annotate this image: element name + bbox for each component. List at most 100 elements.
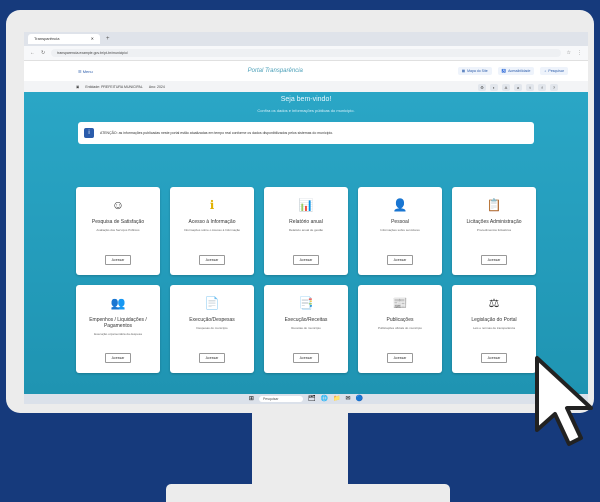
- card-title: Licitações Administração: [466, 219, 522, 225]
- card-expenses[interactable]: 📄 Execução/Despesas Despesas do municípi…: [170, 285, 254, 373]
- hero-subtitle: Confira os dados e informações públicas …: [257, 108, 355, 113]
- search-label: Pesquisar: [548, 69, 564, 73]
- person-icon: 👤: [392, 198, 408, 212]
- notice-banner: i ATENÇÃO: as informações publicadas nes…: [78, 122, 534, 144]
- font-increase-icon[interactable]: A: [502, 83, 510, 91]
- building-icon: ▣: [76, 85, 80, 89]
- year-select[interactable]: Ano: 2024: [149, 85, 165, 89]
- menu-link[interactable]: ☰ Menu: [78, 69, 93, 74]
- site-logo: Portal Transparência: [247, 68, 303, 74]
- card-title: Pesquisa de Satisfação: [91, 219, 145, 225]
- card-access-button[interactable]: Acessar: [198, 353, 226, 363]
- card-title: Execução/Despesas: [189, 317, 235, 323]
- browser-tab[interactable]: Transparência ✕: [28, 34, 100, 44]
- facebook-icon[interactable]: f: [538, 83, 546, 91]
- card-access-button[interactable]: Acessar: [292, 255, 320, 265]
- chart-icon: 📊: [298, 198, 314, 212]
- card-title: Relatório anual: [289, 219, 323, 225]
- monitor-frame: Transparência ✕ + ← ↻ transparencia.exam…: [6, 10, 594, 413]
- help-icon[interactable]: ?: [550, 83, 558, 91]
- settings-icon[interactable]: ⚙: [478, 83, 486, 91]
- card-title: Pessoal: [391, 219, 409, 225]
- screen: Transparência ✕ + ← ↻ transparencia.exam…: [24, 32, 588, 404]
- card-description: Leis e normas de transparência: [472, 326, 516, 330]
- nav-buttons: ▦ Mapa do Site ♿ Acessibilidade ⌕ Pesquisar: [457, 67, 568, 75]
- card-access-button[interactable]: Acessar: [480, 353, 508, 363]
- back-icon[interactable]: ←: [30, 50, 35, 56]
- group-icon: 👥: [110, 296, 126, 310]
- entity-filter[interactable]: ▣ Entidade: PREFEITURA MUNICIPAL Ano: 20…: [76, 85, 165, 89]
- card-description: Receitas do município: [291, 326, 321, 330]
- card-commitments[interactable]: 👥 Empenhos / Liquidações / Pagamentos Ex…: [76, 285, 160, 373]
- card-title: Execução/Receitas: [284, 317, 328, 323]
- star-icon[interactable]: ☆: [567, 50, 571, 56]
- search-button[interactable]: ⌕ Pesquisar: [540, 67, 568, 75]
- card-publications[interactable]: 📰 Publicações Publicações oficiais do mu…: [358, 285, 442, 373]
- social-icons: ⚙ ◐ A a t f ?: [478, 83, 558, 91]
- site-top-nav: ☰ Menu Portal Transparência ▦ Mapa do Sit…: [24, 61, 588, 81]
- hero-title: Seja bem-vindo!: [280, 96, 332, 103]
- mouse-cursor-icon: [535, 356, 593, 446]
- card-description: Informações sobre servidores: [380, 228, 420, 232]
- card-description: Relatório anual de gestão: [288, 228, 324, 232]
- sitemap-icon: ▦: [461, 69, 466, 73]
- accessibility-icon: ♿: [501, 69, 507, 73]
- accessibility-button[interactable]: ♿ Acessibilidade: [497, 67, 535, 75]
- info-icon: i: [84, 128, 94, 138]
- newspaper-icon: 📰: [392, 296, 408, 310]
- card-access-button[interactable]: Acessar: [198, 255, 226, 265]
- card-access-button[interactable]: Acessar: [104, 353, 132, 363]
- extensions-icon[interactable]: ⋮: [577, 50, 582, 56]
- card-title: Legislação do Portal: [471, 317, 517, 323]
- card-satisfaction[interactable]: ☺ Pesquisa de Satisfação Avaliação dos S…: [76, 187, 160, 275]
- close-icon[interactable]: ✕: [91, 34, 94, 44]
- app-icon[interactable]: 🔵: [356, 394, 363, 404]
- card-description: Avaliação dos Serviços Públicos: [96, 228, 140, 232]
- accessibility-label: Acessibilidade: [508, 69, 531, 73]
- refresh-icon[interactable]: ↻: [41, 50, 45, 56]
- scales-icon: ⚖: [488, 296, 500, 310]
- card-revenues[interactable]: 📑 Execução/Receitas Receitas do municípi…: [264, 285, 348, 373]
- folder-icon[interactable]: 📁: [333, 394, 340, 404]
- card-access-button[interactable]: Acessar: [480, 255, 508, 265]
- clipboard-icon: 📋: [486, 198, 502, 212]
- os-taskbar: ⊞ Pesquisar 🗂 🌐 📁 ✉ 🔵: [24, 394, 588, 404]
- search-icon: ⌕: [544, 69, 547, 73]
- browser-icon[interactable]: 🌐: [321, 394, 328, 404]
- twitter-icon[interactable]: t: [526, 83, 534, 91]
- start-icon[interactable]: ⊞: [249, 394, 254, 404]
- browser-tabbar: Transparência ✕ +: [24, 32, 588, 46]
- files-icon[interactable]: 🗂: [308, 394, 316, 404]
- file-icon: 📑: [298, 296, 314, 310]
- mail-icon[interactable]: ✉: [346, 394, 351, 404]
- address-bar-row: ← ↻ transparencia.example.gov.br/pt-br/m…: [24, 46, 588, 61]
- info-icon: ℹ: [209, 198, 215, 212]
- taskbar-search[interactable]: Pesquisar: [258, 396, 303, 402]
- card-description: Execução orçamentária da despesa: [94, 332, 142, 336]
- service-cards-grid: ☺ Pesquisa de Satisfação Avaliação dos S…: [76, 187, 538, 373]
- card-description: Despesas do município: [196, 326, 228, 330]
- entity-select[interactable]: Entidade: PREFEITURA MUNICIPAL: [85, 85, 143, 89]
- sitemap-label: Mapa do Site: [467, 69, 488, 73]
- url-field[interactable]: transparencia.example.gov.br/pt-br/munic…: [51, 49, 561, 57]
- card-title: Acesso à Informação: [188, 219, 236, 225]
- font-decrease-icon[interactable]: a: [514, 83, 522, 91]
- card-title: Publicações: [386, 317, 414, 323]
- sitemap-button[interactable]: ▦ Mapa do Site: [457, 67, 492, 75]
- card-access-button[interactable]: Acessar: [386, 353, 414, 363]
- monitor-base: [166, 484, 450, 502]
- card-annual-report[interactable]: 📊 Relatório anual Relatório anual de ges…: [264, 187, 348, 275]
- card-description: Procedimentos licitatórios: [476, 228, 512, 232]
- card-access-button[interactable]: Acessar: [104, 255, 132, 265]
- tab-title: Transparência: [34, 36, 60, 41]
- card-access-button[interactable]: Acessar: [386, 255, 414, 265]
- notice-text: ATENÇÃO: as informações publicadas neste…: [100, 130, 334, 135]
- new-tab-icon[interactable]: +: [106, 36, 110, 42]
- card-access-information[interactable]: ℹ Acesso à Informação Informações sobre …: [170, 187, 254, 275]
- card-procurement[interactable]: 📋 Licitações Administração Procedimentos…: [452, 187, 536, 275]
- document-icon: 📄: [204, 296, 220, 310]
- contrast-icon[interactable]: ◐: [490, 83, 498, 91]
- card-legislation[interactable]: ⚖ Legislação do Portal Leis e normas de …: [452, 285, 536, 373]
- card-access-button[interactable]: Acessar: [292, 353, 320, 363]
- card-personnel[interactable]: 👤 Pessoal Informações sobre servidores A…: [358, 187, 442, 275]
